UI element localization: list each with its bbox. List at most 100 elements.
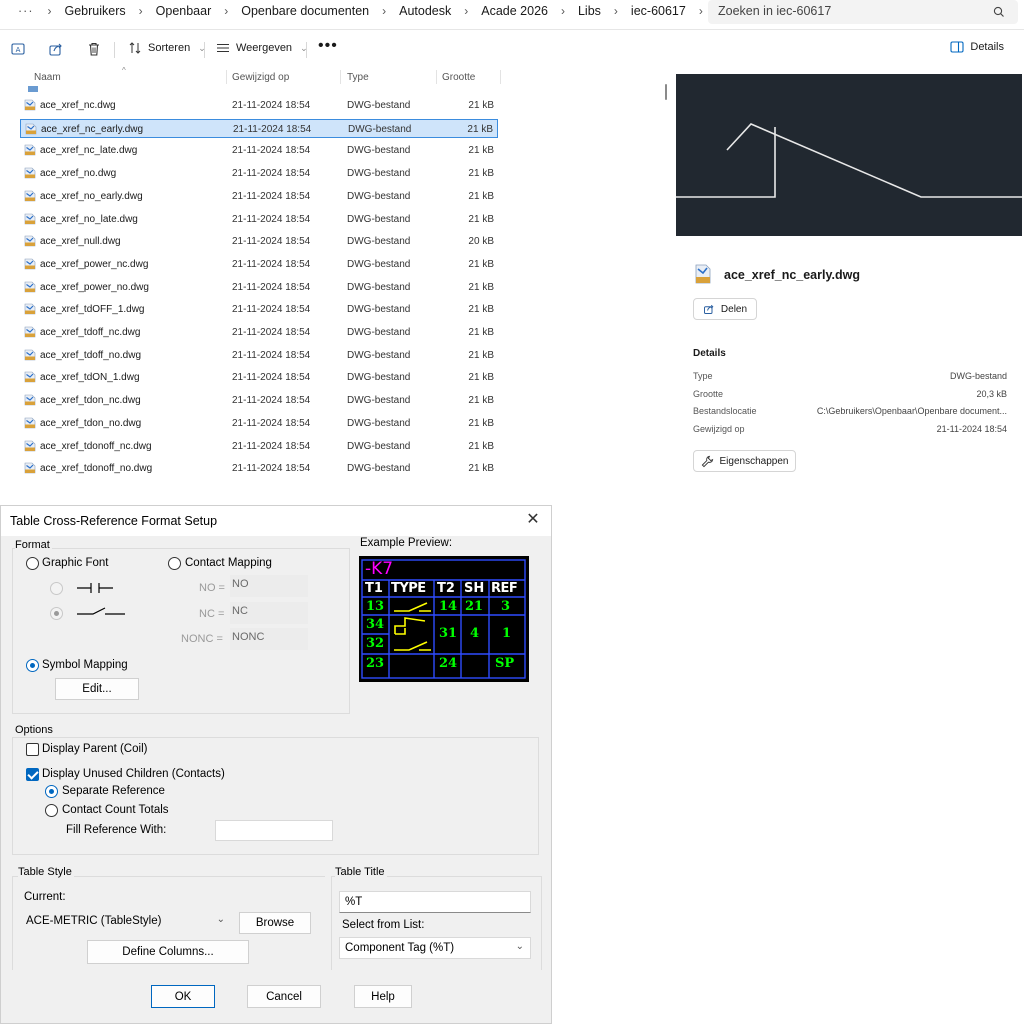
search-icon[interactable] <box>992 5 1006 19</box>
file-name: ace_xref_nc_late.dwg <box>40 145 138 157</box>
breadcrumb-separator[interactable]: › <box>614 4 618 18</box>
table-title-group-label: Table Title <box>335 866 387 878</box>
graphic-font-radio[interactable] <box>26 557 39 570</box>
table-row[interactable]: ace_xref_nc.dwg 21-11-2024 18:54 DWG-besta… <box>20 96 498 115</box>
browse-button[interactable]: Browse <box>239 912 311 934</box>
column-separator[interactable] <box>226 70 227 84</box>
separate-reference-label[interactable]: Separate Reference <box>62 785 165 797</box>
table-row[interactable]: ace_xref_tdon_no.dwg 21-11-2024 18:54 DWG-… <box>20 414 498 433</box>
more-options-button[interactable]: ••• <box>318 37 338 55</box>
table-row[interactable]: ace_xref_tdon_nc.dwg 21-11-2024 18:54 DWG-… <box>20 391 498 410</box>
breadcrumb-separator[interactable]: › <box>224 4 228 18</box>
define-columns-button[interactable]: Define Columns... <box>87 940 249 964</box>
details-pane-button[interactable]: Details <box>950 41 1004 53</box>
table-row-partial <box>28 86 108 92</box>
symbol-mapping-radio[interactable] <box>26 659 39 672</box>
table-row[interactable]: ace_xref_tdON_1.dwg 21-11-2024 18:54 DWG-b… <box>20 368 498 387</box>
chevron-down-icon[interactable]: ⌄ <box>516 941 524 952</box>
share-icon[interactable] <box>48 41 64 57</box>
table-title-input[interactable] <box>339 891 531 913</box>
nc-mapping-input[interactable]: NC <box>230 602 308 624</box>
column-header-name[interactable]: Naam <box>34 72 61 83</box>
column-header-type[interactable]: Type <box>347 72 369 83</box>
table-row[interactable]: ace_xref_nc_late.dwg 21-11-2024 18:54 DWG-… <box>20 141 498 160</box>
breadcrumb-separator[interactable]: › <box>382 4 386 18</box>
breadcrumb-separator[interactable]: › <box>561 4 565 18</box>
properties-button[interactable]: Eigenschappen <box>693 450 796 472</box>
table-row[interactable]: ace_xref_no_late.dwg 21-11-2024 18:54 DWG-… <box>20 210 498 229</box>
file-name: ace_xref_null.dwg <box>40 236 121 248</box>
display-unused-checkbox[interactable] <box>26 768 39 781</box>
graphic-font-label[interactable]: Graphic Font <box>42 557 108 569</box>
search-input[interactable] <box>718 4 978 18</box>
table-row[interactable]: ace_xref_nc_early.dwg 21-11-2024 18:54 DWG… <box>20 118 498 138</box>
table-row[interactable]: ace_xref_tdonoff_no.dwg 21-11-2024 18:54 D… <box>20 459 498 478</box>
table-row[interactable]: ace_xref_tdoff_no.dwg 21-11-2024 18:54 DWG… <box>20 346 498 365</box>
file-size: 20 kB <box>468 236 494 248</box>
table-row[interactable]: ace_xref_null.dwg 21-11-2024 18:54 DWG-bes… <box>20 232 498 251</box>
nc-contact-radio[interactable] <box>50 607 63 620</box>
separate-reference-radio[interactable] <box>45 785 58 798</box>
symbol-mapping-label[interactable]: Symbol Mapping <box>42 659 128 671</box>
nonc-mapping-input[interactable]: NONC <box>230 628 308 650</box>
dwg-file-icon <box>24 190 36 202</box>
contact-mapping-radio[interactable] <box>168 557 181 570</box>
table-row[interactable]: ace_xref_tdoff_nc.dwg 21-11-2024 18:54 DWG… <box>20 323 498 342</box>
detail-value[interactable]: C:\Gebruikers\Openbaar\Openbare document… <box>817 406 1007 416</box>
no-contact-symbol-icon <box>77 583 113 593</box>
breadcrumb-item-iec-60617[interactable]: iec-60617 <box>631 4 686 18</box>
table-row[interactable]: ace_xref_tdonoff_nc.dwg 21-11-2024 18:54 D… <box>20 437 498 456</box>
toolbar-separator <box>204 42 205 58</box>
table-style-select[interactable]: ACE-METRIC (TableStyle) ⌄ <box>23 911 231 933</box>
detail-row-modified: Gewijzigd op 21-11-2024 18:54 <box>693 424 1007 434</box>
breadcrumb-separator[interactable]: › <box>139 4 143 18</box>
view-button[interactable]: Weergeven ⌄ <box>216 41 308 55</box>
column-header-size[interactable]: Grootte <box>442 72 475 83</box>
breadcrumb-item-openbaar[interactable]: Openbaar <box>156 4 212 18</box>
preview-header-t1: T1 <box>365 581 383 596</box>
breadcrumb-item-autodesk[interactable]: Autodesk <box>399 4 451 18</box>
breadcrumb-separator[interactable]: › <box>464 4 468 18</box>
close-button[interactable]: ✕ <box>523 510 543 530</box>
contact-mapping-label[interactable]: Contact Mapping <box>185 557 272 569</box>
edit-button[interactable]: Edit... <box>55 678 139 700</box>
breadcrumb-item-gebruikers[interactable]: Gebruikers <box>65 4 126 18</box>
rename-icon[interactable]: A <box>10 41 26 57</box>
table-row[interactable]: ace_xref_tdOFF_1.dwg 21-11-2024 18:54 DWG-… <box>20 300 498 319</box>
no-contact-radio[interactable] <box>50 582 63 595</box>
table-row[interactable]: ace_xref_no_early.dwg 21-11-2024 18:54 DWG… <box>20 187 498 206</box>
cancel-button[interactable]: Cancel <box>247 985 321 1008</box>
table-row[interactable]: ace_xref_power_nc.dwg 21-11-2024 18:54 DWG… <box>20 255 498 274</box>
column-separator[interactable] <box>500 70 501 84</box>
dialog-titlebar[interactable]: Table Cross-Reference Format Setup ✕ <box>1 506 551 536</box>
no-mapping-input[interactable]: NO <box>230 575 308 597</box>
column-separator[interactable] <box>340 70 341 84</box>
scrollbar-thumb[interactable] <box>665 84 667 100</box>
sort-button[interactable]: Sorteren ⌄ <box>128 41 206 55</box>
fill-reference-input[interactable] <box>215 820 333 841</box>
ok-button[interactable]: OK <box>151 985 215 1008</box>
chevron-down-icon[interactable]: ⌄ <box>217 914 225 925</box>
file-type: DWG-bestand <box>347 304 411 316</box>
contact-count-totals-radio[interactable] <box>45 804 58 817</box>
display-parent-checkbox[interactable] <box>26 743 39 756</box>
breadcrumb-item-acade-2026[interactable]: Acade 2026 <box>481 4 548 18</box>
search-box[interactable] <box>708 0 1018 24</box>
table-title-select[interactable]: Component Tag (%T) ⌄ <box>339 937 531 959</box>
share-button[interactable]: Delen <box>693 298 757 320</box>
table-row[interactable]: ace_xref_no.dwg 21-11-2024 18:54 DWG-besta… <box>20 164 498 183</box>
column-header-modified[interactable]: Gewijzigd op <box>232 72 289 83</box>
help-button[interactable]: Help <box>354 985 412 1008</box>
table-row[interactable]: ace_xref_power_no.dwg 21-11-2024 18:54 DWG… <box>20 278 498 297</box>
breadcrumb-item-libs[interactable]: Libs <box>578 4 601 18</box>
file-type: DWG-bestand <box>348 123 412 135</box>
file-name: ace_xref_tdon_no.dwg <box>40 417 142 429</box>
breadcrumb-separator[interactable]: › <box>699 4 703 18</box>
display-parent-label[interactable]: Display Parent (Coil) <box>42 743 147 755</box>
column-separator[interactable] <box>436 70 437 84</box>
delete-icon[interactable] <box>86 41 102 57</box>
breadcrumb-more[interactable]: ··· <box>18 4 34 18</box>
contact-count-totals-label[interactable]: Contact Count Totals <box>62 804 169 816</box>
breadcrumb-item-openbare-documenten[interactable]: Openbare documenten <box>241 4 369 18</box>
display-unused-label[interactable]: Display Unused Children (Contacts) <box>42 768 225 780</box>
